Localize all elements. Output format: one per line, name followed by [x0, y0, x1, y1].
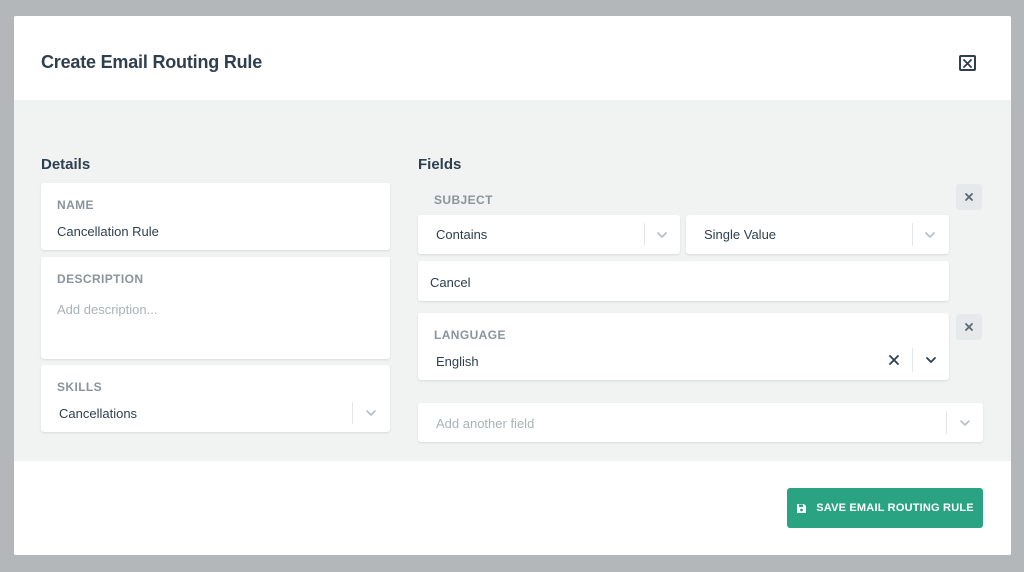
- close-icon: [963, 58, 972, 68]
- fields-heading: Fields: [418, 156, 462, 173]
- name-field[interactable]: NAME Cancellation Rule: [41, 183, 390, 250]
- language-field[interactable]: LANGUAGE English: [418, 313, 949, 380]
- chevron-down-icon[interactable]: [958, 416, 972, 430]
- subject-operator-value: Contains: [436, 227, 488, 242]
- subject-operator-select[interactable]: Contains: [418, 215, 680, 254]
- name-input[interactable]: Cancellation Rule: [57, 224, 159, 239]
- remove-subject-button[interactable]: [956, 184, 982, 210]
- language-select-value: English: [436, 354, 479, 369]
- close-icon: [965, 323, 973, 331]
- description-label: DESCRIPTION: [57, 272, 144, 286]
- subject-label: SUBJECT: [434, 193, 493, 207]
- select-divider: [352, 402, 353, 424]
- subject-value-text: Cancel: [430, 275, 471, 290]
- add-field-select[interactable]: Add another field: [418, 403, 983, 442]
- language-label: LANGUAGE: [434, 328, 506, 342]
- modal-body: Details NAME Cancellation Rule DESCRIPTI…: [14, 100, 1011, 461]
- subject-value-input[interactable]: Cancel: [418, 261, 949, 301]
- subject-value-type-value: Single Value: [704, 227, 777, 242]
- clear-icon[interactable]: [888, 354, 900, 366]
- remove-language-button[interactable]: [956, 314, 982, 340]
- add-field-placeholder: Add another field: [436, 416, 535, 431]
- select-divider: [912, 223, 913, 246]
- close-button[interactable]: [959, 55, 976, 71]
- modal-header: Create Email Routing Rule: [14, 16, 1011, 100]
- chevron-down-icon[interactable]: [655, 228, 669, 242]
- subject-value-type-select[interactable]: Single Value: [686, 215, 949, 254]
- details-heading: Details: [41, 156, 91, 173]
- select-divider: [644, 223, 645, 246]
- modal-title: Create Email Routing Rule: [41, 52, 263, 72]
- chevron-down-icon[interactable]: [364, 406, 378, 420]
- create-email-routing-rule-modal: Create Email Routing Rule Details NAME C…: [14, 16, 1011, 555]
- skills-label: SKILLS: [57, 380, 103, 394]
- name-label: NAME: [57, 198, 94, 212]
- close-icon: [965, 193, 973, 201]
- select-divider: [946, 411, 947, 434]
- save-button-label: SAVE EMAIL ROUTING RULE: [816, 502, 974, 514]
- skills-select-value[interactable]: Cancellations: [59, 406, 137, 421]
- modal-footer: SAVE EMAIL ROUTING RULE: [14, 461, 1011, 555]
- description-input[interactable]: Add description...: [57, 302, 157, 317]
- skills-field[interactable]: SKILLS Cancellations: [41, 365, 390, 432]
- save-email-routing-rule-button[interactable]: SAVE EMAIL ROUTING RULE: [787, 488, 983, 528]
- chevron-down-icon[interactable]: [923, 228, 937, 242]
- chevron-down-icon[interactable]: [924, 353, 938, 367]
- floppy-disk-icon: [797, 503, 807, 513]
- select-divider: [912, 348, 913, 372]
- description-field[interactable]: DESCRIPTION Add description...: [41, 257, 390, 359]
